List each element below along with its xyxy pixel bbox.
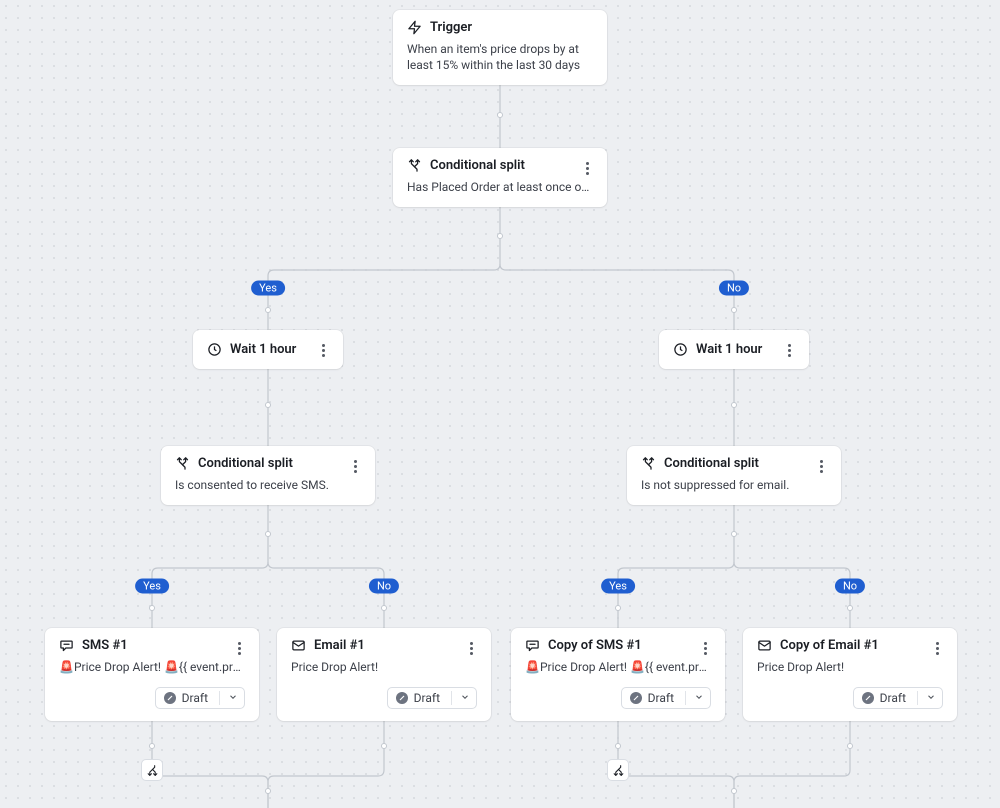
- node-desc: When an item's price drops by at least 1…: [407, 41, 593, 73]
- merge-icon: [141, 759, 163, 781]
- status-dropdown[interactable]: Draft: [155, 687, 245, 709]
- node-desc: 🚨Price Drop Alert! 🚨{{ event.product_n…: [525, 659, 711, 675]
- node-conditional-split[interactable]: Conditional split Is consented to receiv…: [161, 446, 375, 505]
- node-menu-button[interactable]: [777, 338, 801, 362]
- connector-dot: [149, 605, 155, 611]
- branch-badge-no: No: [835, 579, 865, 594]
- connector-dot: [497, 112, 503, 118]
- node-conditional-split[interactable]: Conditional split Is not suppressed for …: [627, 446, 841, 505]
- node-title: Copy of Email #1: [780, 638, 879, 653]
- sms-icon: [59, 638, 74, 653]
- lightning-icon: [407, 20, 422, 35]
- node-desc: Price Drop Alert!: [757, 659, 943, 675]
- node-title: Conditional split: [198, 456, 293, 471]
- node-trigger[interactable]: Trigger When an item's price drops by at…: [393, 10, 607, 85]
- node-sms[interactable]: SMS #1 🚨Price Drop Alert! 🚨{{ event.prod…: [45, 628, 259, 721]
- branch-badge-no: No: [719, 281, 749, 296]
- chevron-down-icon: [460, 691, 470, 705]
- node-wait[interactable]: Wait 1 hour: [193, 330, 343, 369]
- connector-dot: [847, 743, 853, 749]
- node-email[interactable]: Copy of Email #1 Price Drop Alert! Draft: [743, 628, 957, 721]
- connector-dot: [731, 307, 737, 313]
- connector-dot: [847, 605, 853, 611]
- flow-canvas[interactable]: { "trigger": { "title": "Trigger", "desc…: [0, 0, 1000, 808]
- status-label: Draft: [648, 691, 674, 705]
- status-dropdown[interactable]: Draft: [853, 687, 943, 709]
- connector-dot: [731, 402, 737, 408]
- connector-dot: [731, 531, 737, 537]
- clock-icon: [207, 342, 222, 357]
- node-conditional-split[interactable]: Conditional split Has Placed Order at le…: [393, 148, 607, 207]
- branch-badge-yes: Yes: [601, 579, 635, 594]
- node-desc: Has Placed Order at least once over all …: [407, 179, 593, 195]
- chevron-down-icon: [926, 691, 936, 705]
- node-title: Copy of SMS #1: [548, 638, 642, 653]
- node-menu-button[interactable]: [809, 454, 833, 478]
- connector-dot: [265, 307, 271, 313]
- merge-icon: [607, 759, 629, 781]
- node-menu-button[interactable]: [311, 338, 335, 362]
- node-wait[interactable]: Wait 1 hour: [659, 330, 809, 369]
- email-icon: [291, 638, 306, 653]
- node-menu-button[interactable]: [227, 636, 251, 660]
- connector-dot: [265, 788, 271, 794]
- connector-dot: [497, 233, 503, 239]
- branch-badge-yes: Yes: [251, 281, 285, 296]
- node-title: Trigger: [430, 20, 472, 35]
- split-icon: [175, 456, 190, 471]
- node-title: Wait 1 hour: [230, 342, 296, 357]
- chevron-down-icon: [228, 691, 238, 705]
- node-menu-button[interactable]: [925, 636, 949, 660]
- draft-status-icon: [164, 692, 176, 704]
- connector-dot: [731, 788, 737, 794]
- branch-badge-yes: Yes: [135, 579, 169, 594]
- node-desc: Is consented to receive SMS.: [175, 477, 361, 493]
- node-title: Email #1: [314, 638, 365, 653]
- draft-status-icon: [630, 692, 642, 704]
- connector-dot: [265, 402, 271, 408]
- branch-badge-no: No: [369, 579, 399, 594]
- node-desc: Price Drop Alert!: [291, 659, 477, 675]
- sms-icon: [525, 638, 540, 653]
- draft-status-icon: [862, 692, 874, 704]
- connector-dot: [265, 531, 271, 537]
- node-desc: Is not suppressed for email.: [641, 477, 827, 493]
- node-title: Conditional split: [430, 158, 525, 173]
- connector-dot: [381, 605, 387, 611]
- draft-status-icon: [396, 692, 408, 704]
- node-menu-button[interactable]: [693, 636, 717, 660]
- node-sms[interactable]: Copy of SMS #1 🚨Price Drop Alert! 🚨{{ ev…: [511, 628, 725, 721]
- node-title: SMS #1: [82, 638, 128, 653]
- node-menu-button[interactable]: [343, 454, 367, 478]
- status-label: Draft: [880, 691, 906, 705]
- status-dropdown[interactable]: Draft: [387, 687, 477, 709]
- connector-dot: [615, 605, 621, 611]
- connector-dot: [615, 743, 621, 749]
- node-menu-button[interactable]: [459, 636, 483, 660]
- connector-dot: [149, 743, 155, 749]
- node-menu-button[interactable]: [575, 156, 599, 180]
- connector-dot: [381, 743, 387, 749]
- status-dropdown[interactable]: Draft: [621, 687, 711, 709]
- status-label: Draft: [182, 691, 208, 705]
- status-label: Draft: [414, 691, 440, 705]
- node-desc: 🚨Price Drop Alert! 🚨{{ event.product_n…: [59, 659, 245, 675]
- node-email[interactable]: Email #1 Price Drop Alert! Draft: [277, 628, 491, 721]
- split-icon: [641, 456, 656, 471]
- chevron-down-icon: [694, 691, 704, 705]
- node-title: Conditional split: [664, 456, 759, 471]
- split-icon: [407, 158, 422, 173]
- clock-icon: [673, 342, 688, 357]
- email-icon: [757, 638, 772, 653]
- node-title: Wait 1 hour: [696, 342, 762, 357]
